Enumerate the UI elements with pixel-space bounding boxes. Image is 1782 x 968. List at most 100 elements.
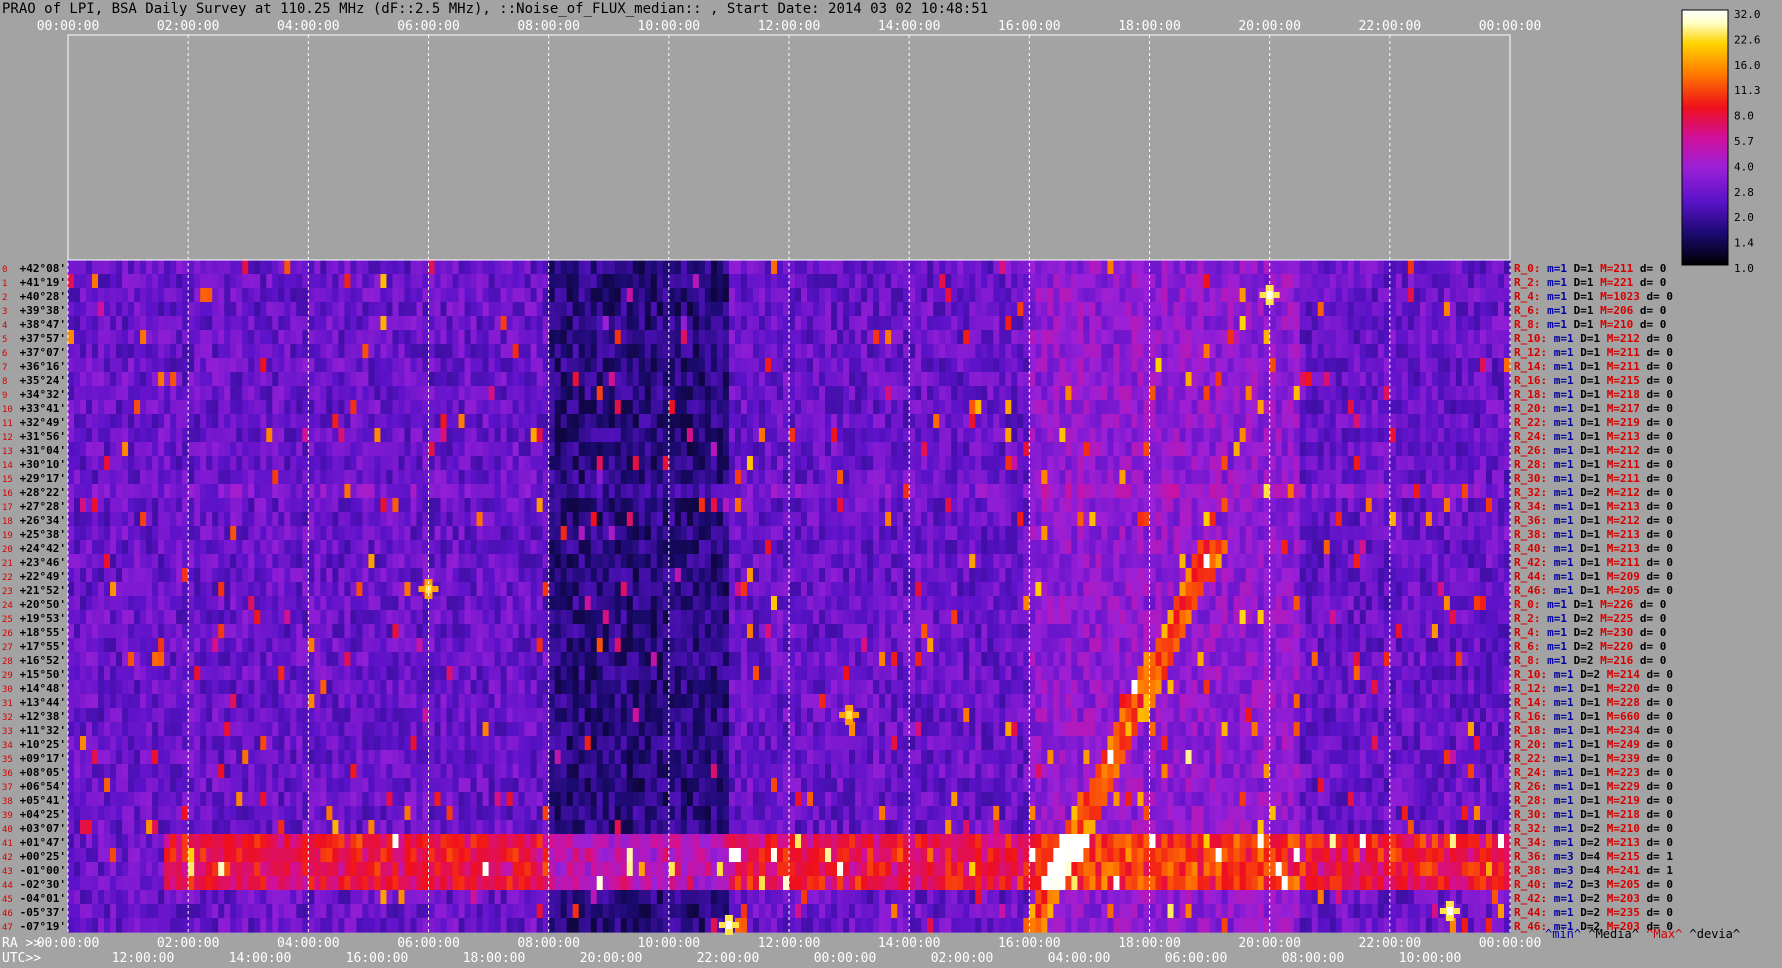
heatmap-cell: [284, 386, 291, 401]
heatmap-cell: [230, 498, 237, 513]
heatmap-cell: [128, 260, 135, 275]
heatmap-cell: [1359, 302, 1367, 317]
heatmap-cell: [1077, 288, 1085, 303]
heatmap-cell: [1407, 442, 1415, 457]
heatmap-cell: [1191, 498, 1199, 513]
heatmap-cell: [434, 260, 442, 275]
heatmap-cell: [1149, 288, 1157, 303]
heatmap-cell: [482, 260, 490, 275]
heatmap-cell: [584, 260, 592, 275]
heatmap-cell: [626, 400, 634, 415]
heatmap-cell: [110, 386, 117, 401]
heatmap-cell: [1173, 456, 1181, 471]
heatmap-cell: [320, 400, 327, 415]
heatmap-cell: [1413, 498, 1421, 513]
heatmap-cell: [482, 358, 490, 373]
heatmap-cell: [1197, 372, 1205, 387]
heatmap-cell: [482, 540, 490, 555]
heatmap-cell: [789, 372, 796, 387]
heatmap-cell: [1419, 484, 1427, 499]
heatmap-cell: [218, 386, 225, 401]
heatmap-cell: [356, 456, 364, 471]
heatmap-cell: [98, 344, 105, 359]
heatmap-cell: [1359, 470, 1367, 485]
heatmap-cell: [987, 344, 994, 359]
heatmap-cell: [494, 358, 502, 373]
heatmap-cell: [224, 498, 231, 513]
heatmap-cell: [356, 526, 364, 541]
heatmap-cell: [512, 442, 520, 457]
heatmap-cell: [1167, 400, 1175, 415]
heatmap-cell: [452, 400, 460, 415]
heatmap-cell: [212, 344, 219, 359]
heatmap-cell: [1323, 330, 1331, 345]
heatmap-cell: [488, 512, 496, 527]
heatmap-cell: [795, 372, 802, 387]
heatmap-cell: [1053, 414, 1060, 429]
heatmap-cell: [74, 386, 81, 401]
heatmap-cell: [416, 358, 424, 373]
heatmap-cell: [1437, 316, 1445, 331]
heatmap-cell: [1359, 344, 1367, 359]
heatmap-cell: [981, 274, 988, 289]
heatmap-cell: [1257, 302, 1265, 317]
heatmap-cell: [1443, 260, 1451, 275]
heatmap-cell: [801, 540, 808, 555]
heatmap-cell: [206, 316, 213, 331]
heatmap-cell: [1041, 400, 1048, 415]
heatmap-cell: [176, 414, 183, 429]
heatmap-cell: [212, 260, 219, 275]
heatmap-cell: [1449, 302, 1457, 317]
heatmap-cell: [218, 456, 225, 471]
heatmap-cell: [476, 316, 484, 331]
heatmap-cell: [1089, 442, 1097, 457]
heatmap-cell: [837, 344, 844, 359]
heatmap-cell: [831, 386, 838, 401]
heatmap-cell: [1149, 302, 1157, 317]
heatmap-cell: [1389, 456, 1397, 471]
heatmap-cell: [867, 470, 874, 485]
heatmap-cell: [1425, 484, 1433, 499]
heatmap-cell: [1425, 526, 1433, 541]
heatmap-cell: [80, 344, 87, 359]
heatmap-cell: [1089, 414, 1097, 429]
heatmap-cell: [188, 442, 195, 457]
heatmap-cell: [1095, 526, 1103, 541]
heatmap-cell: [831, 274, 838, 289]
heatmap-cell: [728, 358, 736, 373]
heatmap-cell: [308, 344, 315, 359]
heatmap-cell: [1233, 400, 1241, 415]
heatmap-cell: [1431, 330, 1439, 345]
heatmap-cell: [134, 330, 141, 345]
heatmap-cell: [398, 442, 406, 457]
heatmap-cell: [999, 428, 1006, 443]
heatmap-cell: [656, 484, 664, 499]
heatmap-cell: [1011, 470, 1018, 485]
heatmap-cell: [140, 512, 147, 527]
heatmap-cell: [1041, 540, 1048, 555]
heatmap-cell: [614, 302, 622, 317]
heatmap-cell: [1077, 442, 1085, 457]
heatmap-cell: [1119, 274, 1127, 289]
heatmap-cell: [380, 386, 388, 401]
heatmap-cell: [758, 358, 766, 373]
heatmap-cell: [278, 526, 285, 541]
heatmap-cell: [290, 330, 297, 345]
heatmap-cell: [518, 344, 526, 359]
heatmap-cell: [1473, 526, 1481, 541]
heatmap-cell: [698, 302, 706, 317]
heatmap-cell: [1029, 484, 1036, 499]
heatmap-cell: [464, 372, 472, 387]
heatmap-cell: [158, 442, 165, 457]
heatmap-cell: [1185, 330, 1193, 345]
heatmap-cell: [92, 498, 99, 513]
heatmap-cell: [1017, 442, 1024, 457]
heatmap-cell: [674, 330, 682, 345]
heatmap-cell: [1377, 498, 1385, 513]
heatmap-cell: [1287, 330, 1295, 345]
heatmap-cell: [897, 470, 904, 485]
heatmap-cell: [554, 302, 562, 317]
heatmap-cell: [795, 540, 802, 555]
heatmap-cell: [921, 512, 928, 527]
heatmap-cell: [722, 414, 730, 429]
